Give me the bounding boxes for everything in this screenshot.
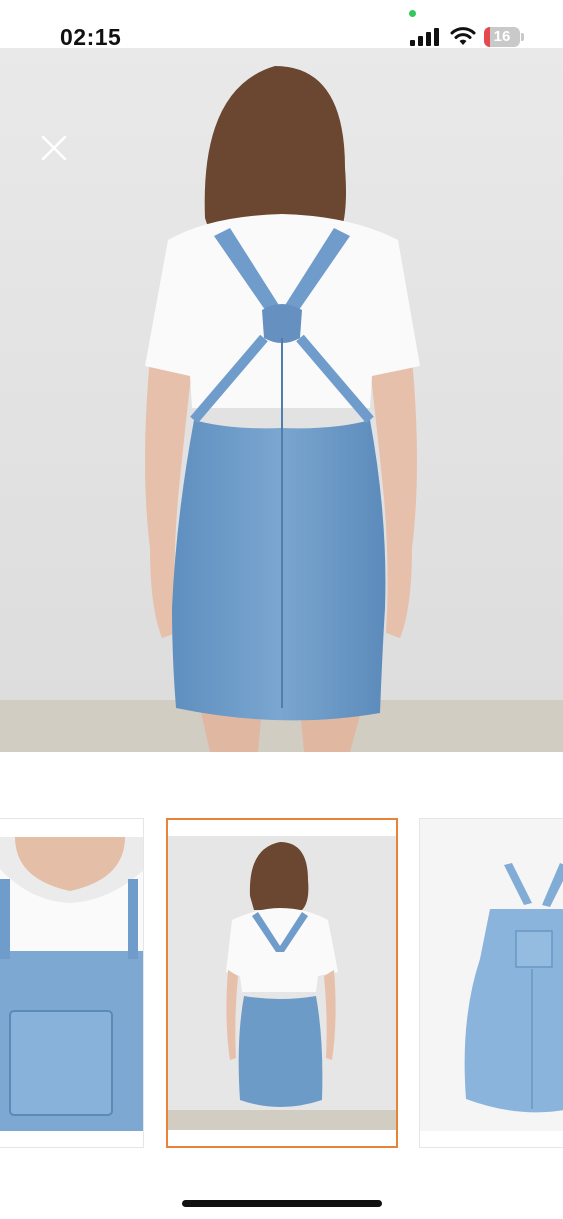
main-product-image[interactable] [0,48,563,752]
wifi-icon [450,27,476,45]
thumbnail-front-detail[interactable] [0,818,144,1148]
status-bar: 02:15 16 [0,0,563,50]
battery-level: 16 [493,28,511,45]
thumbnail-flat-lay[interactable] [419,818,563,1148]
camera-indicator-dot [409,10,416,17]
thumbnail-back-view[interactable] [166,818,398,1148]
thumbnail-strip [0,818,563,1150]
status-time: 02:15 [60,24,122,50]
battery-icon: 16 [484,27,524,47]
home-indicator[interactable] [182,1200,382,1207]
close-icon[interactable] [36,130,72,166]
signal-icon [410,28,439,46]
